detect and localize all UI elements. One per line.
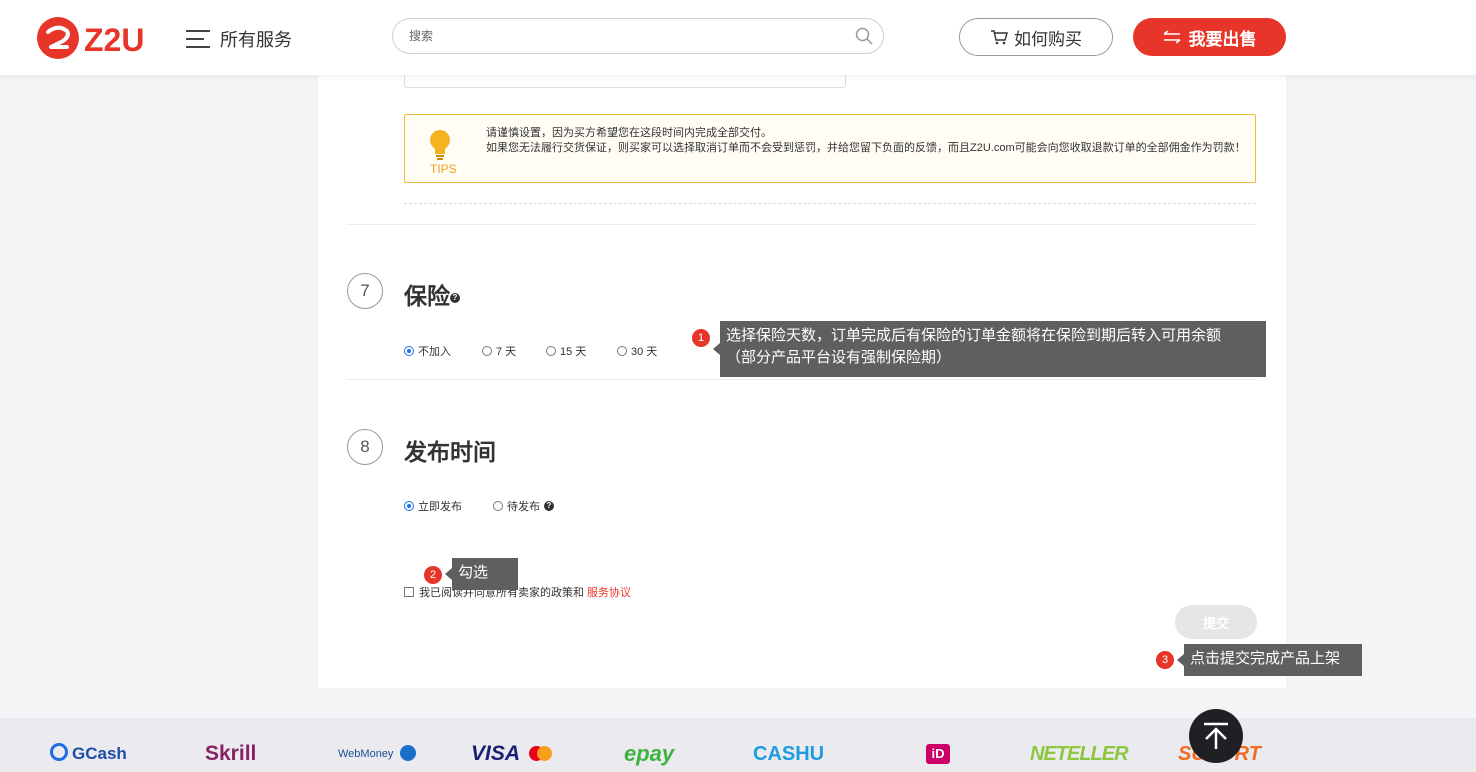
insurance-option-label: 7 天 (496, 346, 517, 358)
gcash-logo: GCash (50, 742, 127, 766)
all-services-menu[interactable]: 所有服务 (186, 26, 292, 52)
section-divider (346, 224, 1256, 225)
tips-box: TIPS 请谨慎设置，因为买方希望您在这段时间内完成全部交付。 如果您无法履行交… (404, 114, 1256, 183)
tips-line-2: 如果您无法履行交货保证，则买家可以选择取消订单而不会受到惩罚，并给您留下负面的反… (486, 142, 1246, 154)
neteller-logo: NETELLER (1030, 743, 1129, 765)
sell-button[interactable]: 我要出售 (1133, 18, 1286, 56)
ideal-logo: iD (926, 744, 950, 764)
insurance-option-label: 15 天 (560, 346, 587, 358)
publish-option-label: 立即发布 (418, 501, 462, 513)
radio-checked-icon (404, 501, 414, 511)
gcash-icon (50, 743, 68, 761)
annotation-badge-1: 1 (692, 329, 710, 347)
insurance-title-text: 保险 (404, 283, 450, 309)
sell-label: 我要出售 (1188, 29, 1257, 49)
insurance-option-label: 不加入 (418, 346, 451, 358)
skrill-logo: Skrill (205, 742, 257, 765)
how-to-buy-label: 如何购买 (1014, 29, 1082, 49)
annotation-badge-2: 2 (424, 566, 442, 584)
tips-text: 请谨慎设置，因为买方希望您在这段时间内完成全部交付。 如果您无法履行交货保证，则… (486, 126, 1246, 156)
service-agreement-link[interactable]: 服务协议 (587, 584, 631, 600)
search-bar (392, 18, 884, 54)
previous-input-field[interactable] (404, 73, 846, 88)
logo-text: Z2U (84, 22, 144, 58)
insurance-options: 不加入 7 天 15 天 30 天 (404, 343, 657, 359)
back-to-top-button[interactable] (1189, 709, 1243, 763)
cashu-logo: CASHU (753, 743, 825, 765)
insurance-title: 保险? (404, 277, 460, 311)
radio-icon (617, 346, 627, 356)
arrow-up-icon (1204, 722, 1228, 749)
step-number-8: 8 (347, 429, 383, 465)
menu-icon (186, 30, 210, 48)
annotation-1-line-2: （部分产品平台设有强制保险期） (726, 349, 952, 366)
publish-option-label: 待发布 (507, 501, 540, 513)
agreement-checkbox[interactable] (404, 587, 414, 597)
radio-icon (493, 501, 503, 511)
insurance-option-7days[interactable]: 7 天 (482, 343, 546, 359)
payment-methods-footer: GCash Skrill WebMoney VISA epay CASHU iD… (0, 718, 1476, 772)
search-icon[interactable] (855, 27, 873, 45)
annotation-tooltip-2: 勾选 (445, 558, 518, 590)
radio-icon (546, 346, 556, 356)
help-icon[interactable]: ? (450, 292, 460, 303)
globe-icon (399, 745, 416, 761)
sell-form-card: TIPS 请谨慎设置，因为买方希望您在这段时间内完成全部交付。 如果您无法履行交… (318, 73, 1286, 688)
gcash-text: GCash (72, 744, 127, 763)
insurance-option-30days[interactable]: 30 天 (617, 343, 657, 359)
tips-label: TIPS (430, 162, 457, 176)
dashed-divider (404, 203, 1256, 204)
help-icon[interactable]: ? (544, 501, 554, 511)
how-to-buy-button[interactable]: 如何购买 (959, 18, 1113, 56)
insurance-option-15days[interactable]: 15 天 (546, 343, 617, 359)
z2u-logo[interactable]: Z2U (36, 16, 158, 60)
radio-checked-icon (404, 346, 414, 356)
webmoney-logo: WebMoney (338, 742, 416, 766)
step-number-7: 7 (347, 273, 383, 309)
insurance-option-none[interactable]: 不加入 (404, 343, 482, 359)
publish-option-now[interactable]: 立即发布 (404, 498, 493, 514)
tips-line-1: 请谨慎设置，因为买方希望您在这段时间内完成全部交付。 (486, 127, 772, 139)
publish-time-title: 发布时间 (404, 439, 496, 465)
webmoney-text: WebMoney (338, 748, 394, 760)
epay-logo: epay (624, 741, 675, 766)
annotation-tooltip-3: 点击提交完成产品上架 (1177, 644, 1362, 676)
cart-icon (991, 30, 1008, 45)
submit-button[interactable]: 提交 (1175, 605, 1257, 639)
swap-arrows-icon (1163, 30, 1180, 44)
annotation-badge-3: 3 (1156, 651, 1174, 669)
radio-icon (482, 346, 492, 356)
publish-option-scheduled[interactable]: 待发布 ? (493, 498, 554, 514)
insurance-option-label: 30 天 (631, 346, 658, 358)
publish-options: 立即发布 待发布 ? (404, 498, 554, 514)
section-divider (346, 379, 1256, 380)
annotation-1-line-1: 选择保险天数，订单完成后有保险的订单金额将在保险到期后转入可用余额 (726, 327, 1222, 344)
menu-label: 所有服务 (220, 30, 292, 50)
search-input[interactable] (407, 28, 831, 44)
visa-mastercard-logo: VISA (471, 742, 553, 766)
top-header: Z2U 所有服务 如何购买 我要出售 (0, 0, 1476, 75)
lightbulb-icon (430, 130, 450, 160)
visa-text: VISA (471, 742, 520, 765)
annotation-tooltip-1: 选择保险天数，订单完成后有保险的订单金额将在保险到期后转入可用余额 （部分产品平… (713, 321, 1266, 377)
